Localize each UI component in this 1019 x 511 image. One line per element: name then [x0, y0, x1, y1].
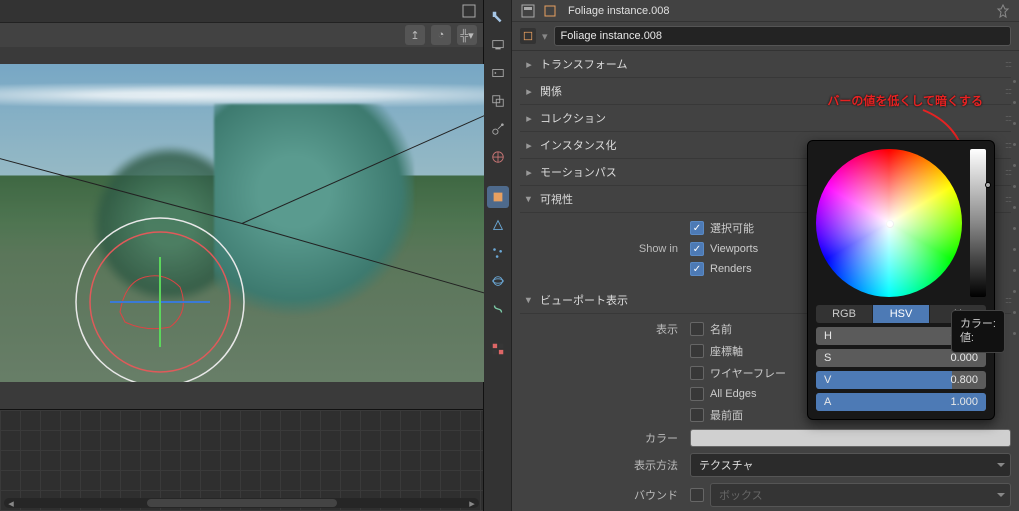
slider-h-label: H — [824, 330, 832, 342]
select-display-as[interactable]: テクスチャ — [690, 453, 1011, 477]
tab-viewlayer[interactable] — [487, 90, 509, 112]
object-icon — [542, 3, 558, 19]
annotation-text: バーの値を低くして暗くする — [827, 92, 983, 109]
label-name: 名前 — [710, 321, 732, 337]
properties-tab-strip — [484, 0, 512, 511]
slider-s-value: 0.000 — [950, 352, 978, 364]
label-selectable: 選択可能 — [710, 220, 754, 236]
properties-panel: Foliage instance.008 ▾ Foliage instance.… — [512, 0, 1019, 511]
tab-modifiers[interactable] — [487, 214, 509, 236]
color-wheel[interactable] — [816, 149, 962, 297]
object-name-header: Foliage instance.008 — [568, 5, 670, 17]
panel-relations-label: 関係 — [540, 83, 562, 99]
slider-s-label: S — [824, 352, 831, 364]
slider-a[interactable]: A 1.000 — [816, 393, 986, 411]
scroll-right-icon[interactable]: ▸ — [467, 498, 477, 508]
pin-icon[interactable] — [995, 3, 1011, 19]
tab-tool[interactable] — [487, 6, 509, 28]
color-picker-popup: RGB HSV H H0.000 S0.000 V0.800 A1.000 — [807, 140, 995, 420]
tab-constraints[interactable] — [487, 298, 509, 320]
color-wheel-cursor[interactable] — [886, 220, 894, 228]
mode-rgb[interactable]: RGB — [816, 305, 873, 323]
color-swatch[interactable] — [690, 429, 1011, 447]
scroll-left-icon[interactable]: ◂ — [6, 498, 16, 508]
panel-collections-label: コレクション — [540, 110, 606, 126]
slider-v[interactable]: V 0.800 — [816, 371, 986, 389]
breadcrumb-sep-icon: ▾ — [542, 30, 548, 43]
slider-v-value: 0.800 — [950, 374, 978, 386]
tab-scene[interactable] — [487, 118, 509, 140]
editor-type-icon[interactable] — [520, 3, 536, 19]
label-display: 表示 — [520, 321, 690, 337]
label-show-in: Show in — [520, 243, 690, 255]
label-color: カラー — [520, 430, 690, 446]
panel-motion-paths-label: モーションパス — [540, 164, 617, 180]
label-bounds: バウンド — [520, 487, 690, 503]
checkbox-axes[interactable] — [690, 344, 704, 358]
checkbox-wireframe[interactable] — [690, 366, 704, 380]
tab-object[interactable] — [487, 186, 509, 208]
mode-hsv[interactable]: HSV — [873, 305, 930, 323]
tab-particles[interactable] — [487, 242, 509, 264]
tooltip-line1: カラー: — [960, 317, 996, 331]
tab-render[interactable] — [487, 34, 509, 56]
panel-viewport-display-label: ビューポート表示 — [540, 292, 628, 308]
panel-transform[interactable]: ▸トランスフォーム:::: — [520, 51, 1011, 78]
viewport-overlay-icon[interactable] — [461, 3, 477, 19]
value-slider-marker[interactable] — [985, 182, 991, 188]
scroll-thumb[interactable] — [147, 499, 337, 507]
checkbox-renders[interactable] — [690, 262, 704, 276]
label-display-as: 表示方法 — [520, 457, 690, 473]
label-all-edges: All Edges — [710, 388, 756, 400]
timeline-panel[interactable]: ◂ ▸ — [0, 409, 483, 511]
footer-btn-1[interactable]: ↥ — [405, 25, 425, 45]
checkbox-all-edges[interactable] — [690, 387, 704, 401]
slider-a-label: A — [824, 396, 831, 408]
checkbox-bounds[interactable] — [690, 488, 704, 502]
checkbox-viewports[interactable] — [690, 242, 704, 256]
panel-collections[interactable]: ▸コレクション:::: — [520, 105, 1011, 132]
tooltip-line2: 値: — [960, 331, 996, 345]
timeline-scrollbar[interactable]: ◂ ▸ — [4, 498, 479, 508]
label-wireframe: ワイヤーフレー — [710, 365, 786, 381]
label-axes: 座標軸 — [710, 343, 743, 359]
label-renders: Renders — [710, 263, 752, 275]
tooltip: カラー: 値: — [951, 310, 1005, 353]
tab-physics[interactable] — [487, 270, 509, 292]
footer-btn-2[interactable]: ◔ — [431, 25, 451, 45]
slider-v-label: V — [824, 374, 831, 386]
tab-material[interactable] — [487, 338, 509, 360]
checkbox-front[interactable] — [690, 408, 704, 422]
checkbox-name[interactable] — [690, 322, 704, 336]
value-slider[interactable] — [970, 149, 986, 297]
footer-btn-3[interactable]: ╬▾ — [457, 25, 477, 45]
object-name-field[interactable]: Foliage instance.008 — [554, 26, 1011, 46]
slider-a-value: 1.000 — [950, 396, 978, 408]
tab-world[interactable] — [487, 146, 509, 168]
select-bounds[interactable]: ボックス — [710, 483, 1011, 507]
panel-dots — [1011, 70, 1017, 511]
panel-visibility-label: 可視性 — [540, 191, 573, 207]
panel-instancing-label: インスタンス化 — [540, 137, 617, 153]
viewport-3d[interactable]: ↥ ◔ ╬▾ — [0, 0, 483, 409]
breadcrumb-object-icon[interactable] — [520, 28, 536, 44]
tab-output[interactable] — [487, 62, 509, 84]
panel-transform-label: トランスフォーム — [540, 56, 627, 72]
label-front: 最前面 — [710, 407, 743, 423]
checkbox-selectable[interactable] — [690, 221, 704, 235]
label-viewports: Viewports — [710, 243, 758, 255]
